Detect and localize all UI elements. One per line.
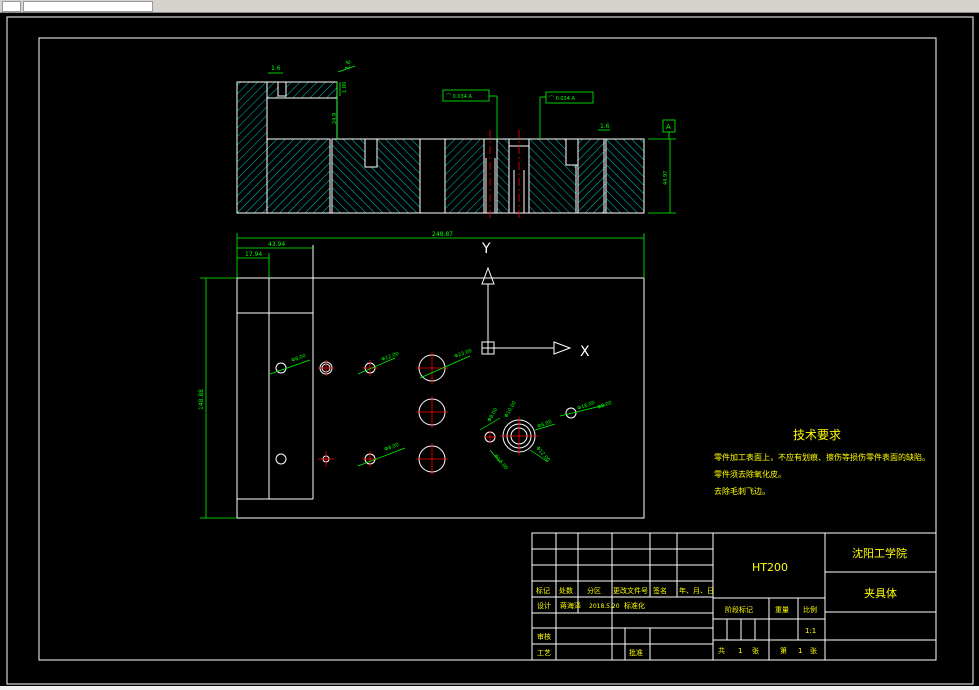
header-col: 签名 bbox=[653, 586, 667, 595]
sheet-number: 1 bbox=[798, 647, 802, 655]
datum-label: A bbox=[666, 123, 671, 131]
total-label: 共 bbox=[718, 646, 725, 655]
tech-req-line-1: 零件加工表面上，不应有划痕、擦伤等损伤零件表面的缺陷。 bbox=[714, 452, 930, 462]
sheet-unit-2: 张 bbox=[810, 646, 817, 655]
scale-label: 比例 bbox=[803, 605, 817, 614]
hole-label: Φ8.00 bbox=[597, 400, 613, 411]
axis-x-label: X bbox=[580, 344, 590, 360]
section-roughness-3: 1.6 bbox=[600, 123, 610, 130]
approve-label: 批准 bbox=[629, 648, 643, 657]
header-col: 标记 bbox=[536, 586, 550, 595]
section-roughness-1: 1.6 bbox=[271, 65, 281, 72]
cad-application: 1.6 1.6 1.6 1.00 24.9 44.97 ⌒ 0.034 A ⌒ … bbox=[0, 0, 979, 690]
scale-value: 1:1 bbox=[805, 627, 816, 635]
hole-label: Φ18.00 bbox=[577, 400, 596, 412]
header-col: 处数 bbox=[559, 586, 573, 595]
section-view: 1.6 1.6 1.6 1.00 24.9 44.97 ⌒ 0.034 A ⌒ … bbox=[236, 60, 676, 220]
design-label: 设计 bbox=[537, 601, 551, 610]
review-label: 审核 bbox=[537, 632, 551, 641]
tech-req-line-2: 零件须去除氧化皮。 bbox=[714, 469, 786, 479]
standardization-label: 标准化 bbox=[624, 601, 645, 610]
plan-dim-small: 17.94 bbox=[245, 251, 262, 258]
school-name: 沈阳工学院 bbox=[852, 546, 907, 560]
section-dim-height: 44.97 bbox=[663, 171, 669, 185]
section-roughness-2: 1.6 bbox=[344, 60, 353, 71]
process-label: 工艺 bbox=[537, 649, 551, 657]
plan-dim-total-width: 248.87 bbox=[432, 231, 453, 238]
technical-requirements: 技术要求 零件加工表面上，不应有划痕、擦伤等损伤零件表面的缺陷。 零件须去除氧化… bbox=[714, 428, 930, 496]
status-strip bbox=[0, 686, 979, 690]
total-sheets: 1 bbox=[738, 647, 742, 655]
toolbar-field[interactable] bbox=[23, 1, 153, 12]
plan-dim-height: 148.88 bbox=[198, 389, 205, 410]
toolbar-button[interactable] bbox=[2, 1, 21, 12]
header-col: 更改文件号 bbox=[613, 586, 648, 595]
designer-name: 蒋海泽 bbox=[560, 601, 581, 610]
part-name: 夹具体 bbox=[864, 586, 897, 600]
hole-label: Φ23.00 bbox=[454, 348, 473, 360]
hole-label: Φ6.00 bbox=[537, 419, 553, 430]
plan-dim-left-width: 43.94 bbox=[268, 241, 285, 248]
header-col: 年、月、日 bbox=[679, 586, 714, 595]
hole-label: Φ8.00 bbox=[487, 407, 500, 423]
weight-label: 重量 bbox=[775, 606, 789, 614]
tolerance-frame-1: ⌒ 0.034 A bbox=[446, 94, 472, 100]
drawing-canvas[interactable]: 1.6 1.6 1.6 1.00 24.9 44.97 ⌒ 0.034 A ⌒ … bbox=[0, 13, 979, 686]
plan-view: 248.87 43.94 17.94 148.88 Y X Φ8.00 Φ12.… bbox=[198, 231, 645, 519]
tech-req-title: 技术要求 bbox=[793, 428, 841, 442]
hole-label: Φ12.00 bbox=[381, 351, 400, 363]
section-dim-mid: 24.9 bbox=[332, 113, 338, 124]
section-dim-small: 1.00 bbox=[342, 82, 348, 93]
sheet-label: 第 bbox=[780, 646, 787, 655]
hole-label: Φ10.00 bbox=[504, 400, 518, 419]
stage-mark-label: 阶段标记 bbox=[725, 605, 753, 614]
tolerance-frame-2: ⌒ 0.034 A bbox=[549, 96, 575, 102]
hole-label: Φ16.00 bbox=[492, 453, 508, 471]
tech-req-line-3: 去除毛刺飞边。 bbox=[714, 486, 770, 496]
axis-y-label: Y bbox=[481, 241, 491, 257]
header-col: 分区 bbox=[587, 586, 601, 595]
sheet-unit: 张 bbox=[752, 646, 759, 655]
toolbar bbox=[0, 0, 979, 13]
material-label: HT200 bbox=[752, 561, 788, 574]
design-date: 2018.5.20 bbox=[589, 603, 620, 610]
outer-border bbox=[6, 16, 974, 685]
